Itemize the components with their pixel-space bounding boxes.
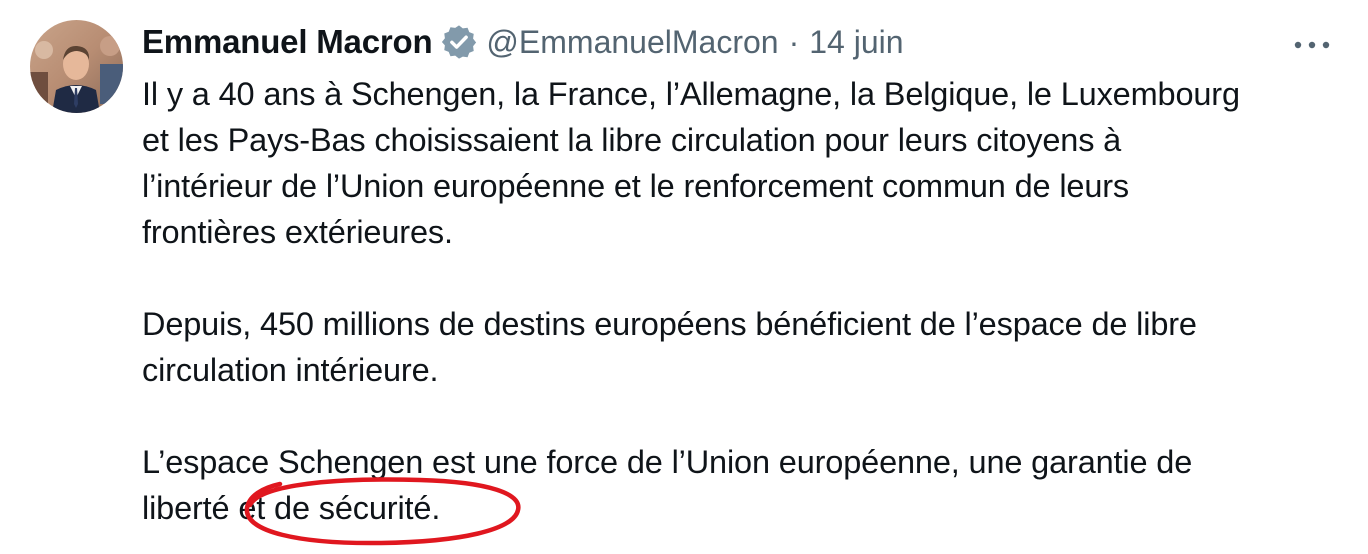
avatar-photo [30, 20, 123, 113]
tweet-paragraph: L’espace Schengen est une force de l’Uni… [142, 444, 1193, 526]
tweet-paragraph: Depuis, 450 millions de destins européen… [142, 306, 1197, 388]
header-separator: · [788, 23, 800, 60]
avatar[interactable] [30, 20, 123, 113]
tweet-text: Il y a 40 ans à Schengen, la France, l’A… [142, 71, 1352, 531]
tweet[interactable]: Emmanuel Macron @EmmanuelMacron · 14 jui… [0, 0, 1368, 554]
tweet-header: Emmanuel Macron @EmmanuelMacron · 14 jui… [142, 18, 904, 66]
author-name[interactable]: Emmanuel Macron [142, 23, 433, 61]
author-handle[interactable]: @EmmanuelMacron [486, 24, 778, 61]
tweet-date[interactable]: 14 juin [809, 24, 903, 61]
more-options-icon[interactable] [1290, 28, 1334, 58]
tweet-paragraph: Il y a 40 ans à Schengen, la France, l’A… [142, 76, 1240, 250]
verified-badge-icon [440, 23, 478, 61]
